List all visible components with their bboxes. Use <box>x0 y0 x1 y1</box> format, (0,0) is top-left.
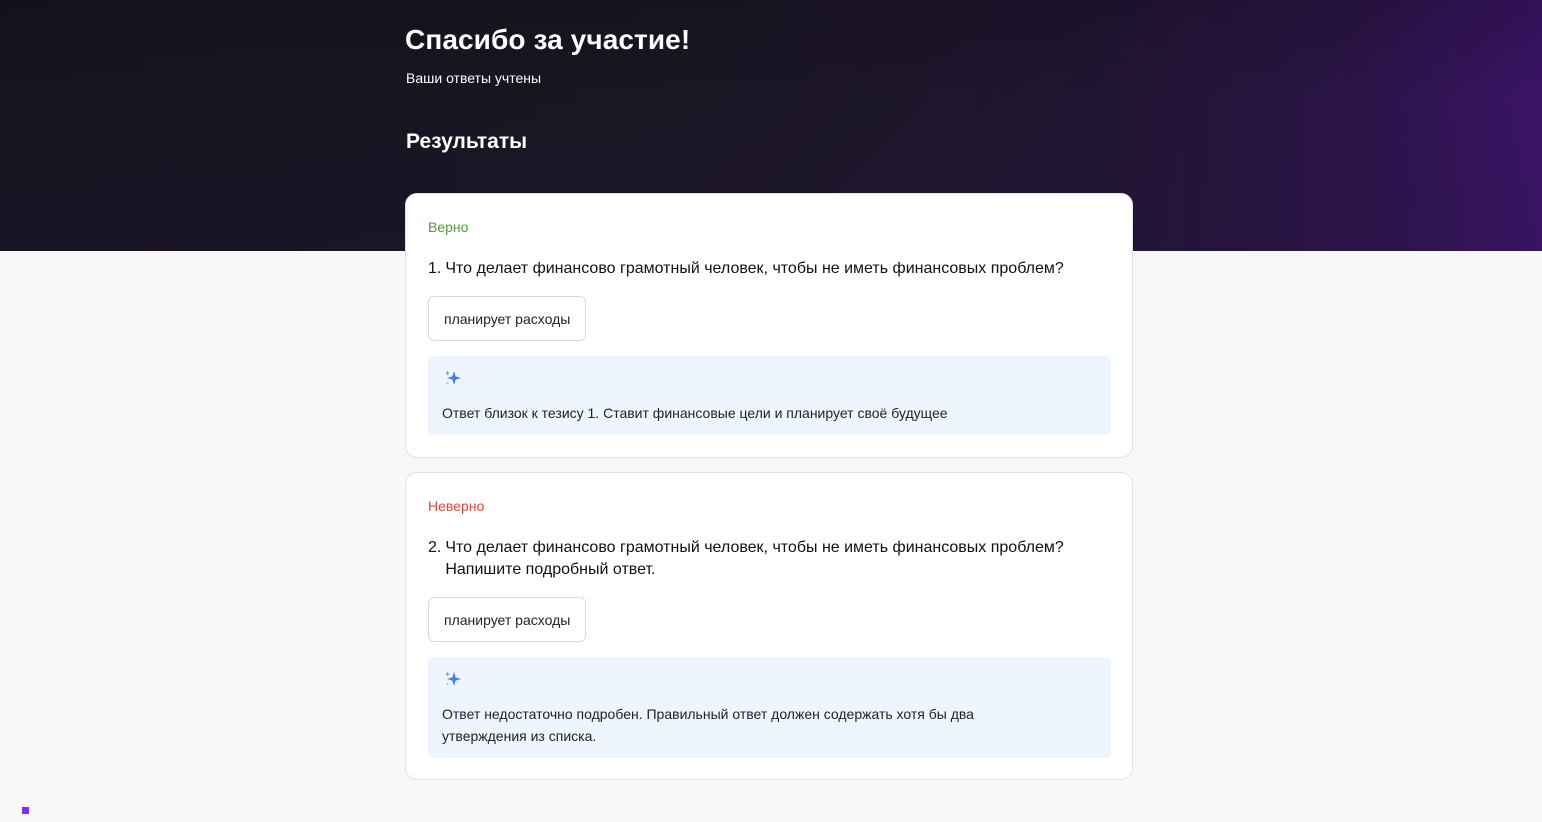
question-number: 2. <box>428 539 442 556</box>
ai-feedback-text: Ответ близок к тезису 1. Ставит финансов… <box>442 405 948 421</box>
corner-marker <box>22 807 29 814</box>
ai-feedback-box: Ответ недостаточно подробен. Правильный … <box>428 657 1111 758</box>
sparkle-icon <box>445 671 461 686</box>
user-answer: планирует расходы <box>428 597 587 642</box>
result-card: Верно 1. Что делает финансово грамотный … <box>405 193 1133 458</box>
status-badge: Неверно <box>428 498 485 514</box>
results-heading: Результаты <box>406 130 528 153</box>
question-text: 2. Что делает финансово грамотный челове… <box>428 537 1118 581</box>
user-answer: планирует расходы <box>428 296 587 341</box>
question-number: 1. <box>428 260 442 277</box>
ai-feedback-box: Ответ близок к тезису 1. Ставит финансов… <box>428 356 1111 435</box>
question-label: Что делает финансово грамотный человек, … <box>445 539 1064 578</box>
status-badge: Верно <box>428 219 469 235</box>
sparkle-icon <box>445 370 461 385</box>
result-card: Неверно 2. Что делает финансово грамотны… <box>405 472 1133 780</box>
page-title: Спасибо за участие! <box>405 24 691 55</box>
page-subtitle: Ваши ответы учтены <box>406 70 542 86</box>
question-label: Что делает финансово грамотный человек, … <box>445 260 1064 277</box>
ai-feedback-text: Ответ недостаточно подробен. Правильный … <box>442 706 974 744</box>
question-text: 1. Что делает финансово грамотный челове… <box>428 258 1118 280</box>
